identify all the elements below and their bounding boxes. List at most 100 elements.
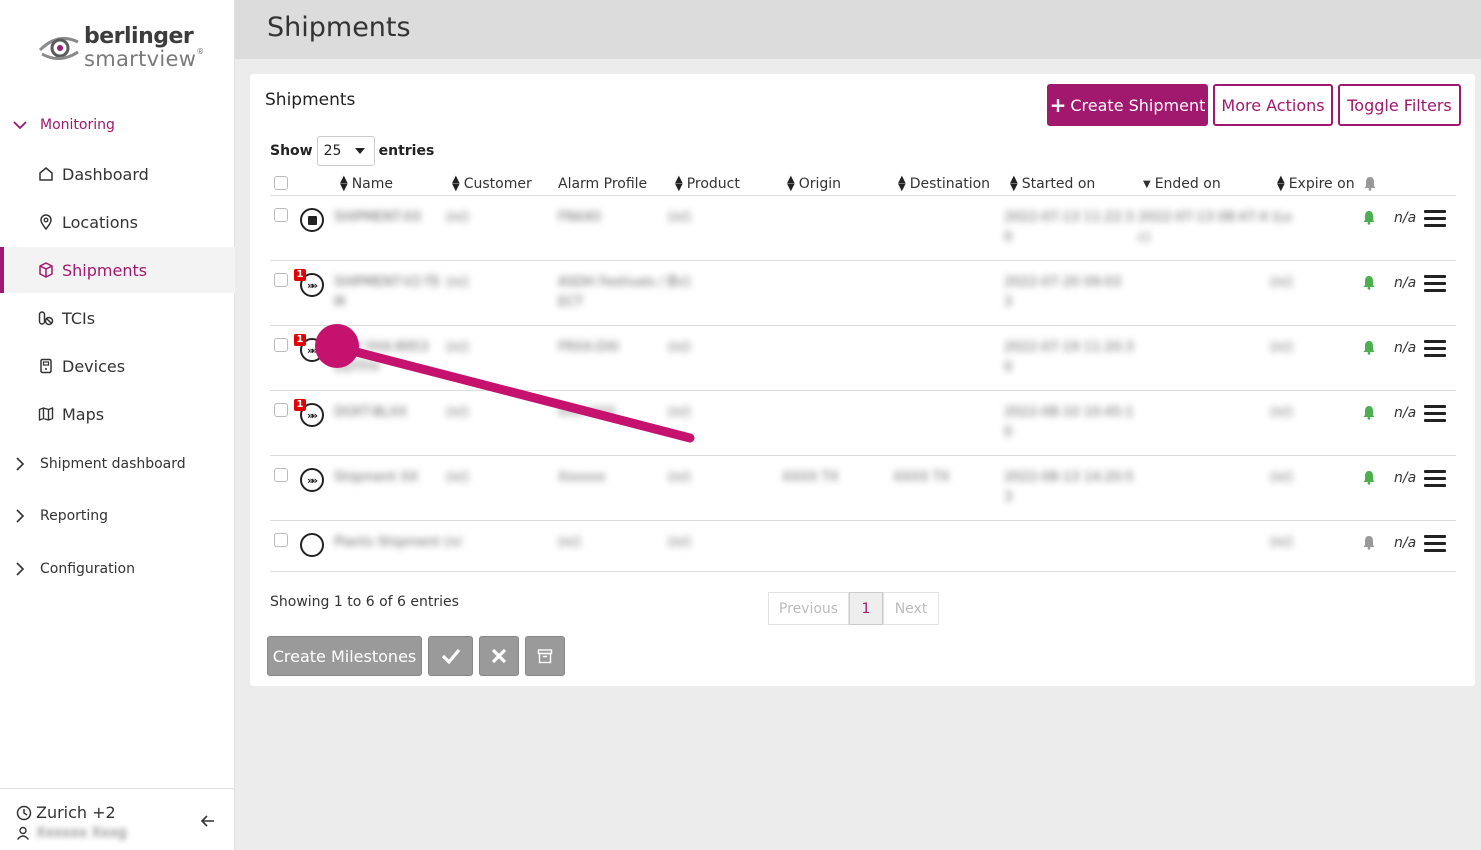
next-page-button[interactable]: Next [883,592,939,625]
row-menu-button[interactable] [1424,470,1446,491]
table-row[interactable]: Plants Shipment (n/ (n/) (n/) (n/) n/a [270,521,1456,572]
bell-icon[interactable] [1362,405,1376,420]
cell-alarm-status: n/a [1394,210,1417,226]
table-row[interactable]: »» 1 ZXX YHX-8953 DDTFH (n/) FRXX-DXI (n/) 2022… [270,326,1456,391]
user-info[interactable]: Xxxxxx Xxxg [16,825,127,841]
cell-alarm-profile: Xxxxxx [558,470,606,485]
column-header-ended-on[interactable]: ▼ Ended on [1143,176,1221,192]
hamburger-line [1424,542,1446,545]
nav-group-configuration[interactable]: Configuration [0,558,235,580]
sidebar-item-shipments[interactable]: Shipments [0,247,235,293]
sort-icon: ▲ ▼ [1277,174,1285,193]
sidebar-item-devices[interactable]: Devices [0,343,235,389]
sidebar-item-maps[interactable]: Maps [0,391,235,437]
table-row[interactable]: »» 1 DOXT-BLXX (n/) VXX XXX (n/) 2022-08-10 10… [270,391,1456,456]
column-header-started-on[interactable]: ▲ ▼ Started on [1010,175,1095,193]
nav-group-label: Shipment dashboard [40,456,186,472]
bell-icon[interactable] [1362,470,1376,485]
row-menu-button[interactable] [1424,275,1446,296]
berlinger-logo[interactable]: berlinger smartview® [38,22,208,74]
shipments-table: ▲ ▼ Name ▲ ▼ Customer Alarm Profile ▲ ▼ Produc… [270,172,1456,572]
sort-icon: ▲ ▼ [340,174,348,193]
column-header-name[interactable]: ▲ ▼ Name [340,174,393,193]
row-checkbox[interactable] [274,273,288,287]
page-1-button[interactable]: 1 [849,592,883,625]
cell-name[interactable]: Shipment XX [334,470,418,485]
row-checkbox[interactable] [274,208,288,222]
sidebar-item-tcis[interactable]: TCIs [0,295,235,341]
sort-icon: ▲ ▼ [452,174,460,193]
column-header-label: Expire on [1288,176,1355,192]
column-header-alarm-profile[interactable]: Alarm Profile [558,176,647,192]
archive-icon [537,649,553,664]
bell-icon[interactable] [1362,340,1376,355]
archive-button[interactable] [525,636,565,676]
row-checkbox[interactable] [274,403,288,417]
nav-group-shipment-dashboard[interactable]: Shipment dashboard [0,453,235,475]
cell-started-on: 2022-08-13 14:20:5 [1004,470,1134,485]
more-actions-button[interactable]: More Actions [1213,84,1333,126]
column-header-product[interactable]: ▲ ▼ Product [675,175,740,193]
cell-name[interactable]: SHIPMENT-V2-TE [334,275,440,290]
sidebar-item-dashboard[interactable]: Dashboard [0,151,235,197]
cell-alarm-profile: (n/) [558,535,581,550]
cell-expire-on: (n/) [1270,405,1293,420]
chevron-down-icon [0,120,40,130]
timezone-indicator[interactable]: Zurich +2 [16,803,116,822]
cell-name[interactable]: DOXT-BLXX [334,405,407,420]
location-pin-icon [38,214,62,230]
select-all-checkbox[interactable] [274,176,288,190]
bell-icon[interactable] [1362,275,1376,290]
row-checkbox[interactable] [274,338,288,352]
table-body: SHIPMENT-XX (n/) FRAXO (n/) 2022-07-13 11:22… [270,196,1456,572]
bell-icon[interactable] [1362,535,1376,550]
column-header-customer[interactable]: ▲ ▼ Customer [452,174,532,193]
cell-customer: (n/) [446,340,469,355]
cell-started-on-cont: 0 [1004,360,1013,375]
cell-started-on-cont: 3 [1004,295,1013,310]
column-header-origin[interactable]: ▲ ▼ Origin [787,175,842,193]
row-menu-button[interactable] [1424,405,1446,426]
create-shipment-button[interactable]: + Create Shipment [1047,84,1208,126]
cell-started-on: 2022-07-20 09:03 [1004,275,1122,290]
cell-destination: XXXX TX [893,470,950,485]
row-menu-button[interactable] [1424,210,1446,231]
cell-name[interactable]: Plants Shipment (n/ [334,535,462,550]
table-row[interactable]: »» 1 SHIPMENT-V2-TE M (n/) ASDH Festivals / T… [270,261,1456,326]
logo-text-smartview-label: smartview [84,47,197,71]
cell-expire-on: (n/) [1270,535,1293,550]
previous-page-button[interactable]: Previous [768,592,849,625]
cell-expire-on: (n/) [1270,275,1293,290]
cell-alarm-status: n/a [1394,275,1417,291]
hamburger-line [1424,419,1446,422]
shipment-status-icon [300,533,324,557]
cell-name[interactable]: SHIPMENT-XX [334,210,421,225]
row-checkbox[interactable] [274,468,288,482]
row-menu-button[interactable] [1424,535,1446,556]
bell-icon[interactable] [1362,210,1376,225]
row-checkbox[interactable] [274,533,288,547]
column-header-expire-on[interactable]: ▲ ▼ Expire on [1277,174,1355,193]
column-header-alarm[interactable] [1363,176,1377,191]
collapse-sidebar-button[interactable] [200,813,216,833]
create-shipment-label: Create Shipment [1070,95,1206,115]
confirm-button[interactable] [428,636,473,676]
nav-group-monitoring[interactable]: Monitoring [0,114,235,136]
create-milestones-button[interactable]: Create Milestones [267,636,422,676]
cell-name[interactable]: ZXX YHX-8953 [334,340,429,355]
column-header-label: Origin [798,176,842,192]
timezone-label: Zurich +2 [36,803,116,822]
chevron-right-icon [0,562,40,576]
cell-alarm-profile: FRAXO [558,210,602,225]
card-title: Shipments [265,90,356,110]
table-row[interactable]: »» Shipment XX (n/) Xxxxxx (n/) XXXX TX XXXX T… [270,456,1456,521]
toggle-filters-button[interactable]: Toggle Filters [1338,84,1461,126]
nav-group-reporting[interactable]: Reporting [0,505,235,527]
cell-ended-on-cont: c) [1138,230,1151,245]
cancel-button[interactable] [479,636,519,676]
table-row[interactable]: SHIPMENT-XX (n/) FRAXO (n/) 2022-07-13 11:22… [270,196,1456,261]
column-header-destination[interactable]: ▲ ▼ Destination [898,175,990,193]
sidebar-item-locations[interactable]: Locations [0,199,235,245]
entries-per-page-select[interactable]: 25 [316,136,375,166]
row-menu-button[interactable] [1424,340,1446,361]
